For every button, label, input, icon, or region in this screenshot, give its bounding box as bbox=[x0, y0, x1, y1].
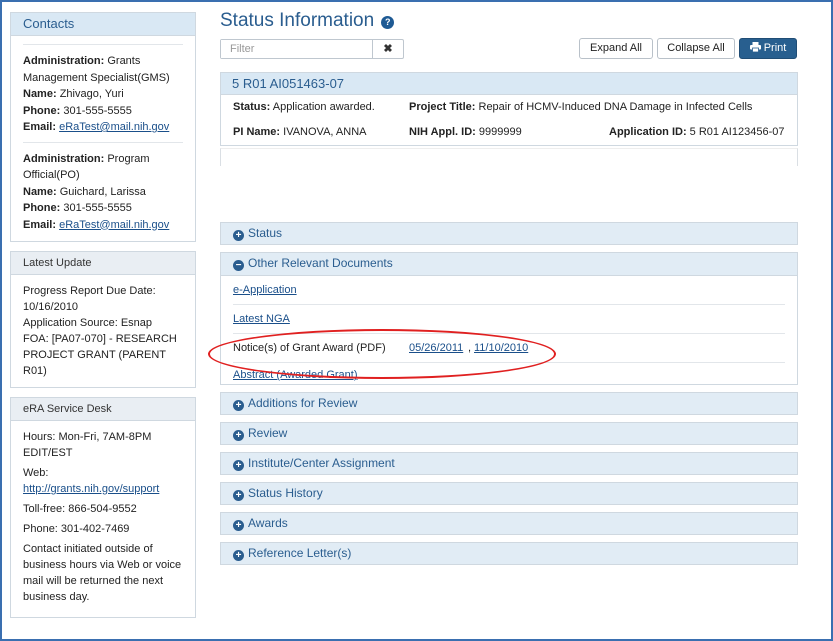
admin-label: Administration: bbox=[23, 152, 105, 165]
phone-value: 301-555-5555 bbox=[63, 104, 132, 117]
filter-box: ✖ bbox=[220, 39, 404, 59]
hours-text: Hours: Mon-Fri, 7AM-8PM EDIT/EST bbox=[23, 431, 152, 459]
status-value: Application awarded. bbox=[272, 101, 375, 113]
email-link[interactable]: eRaTest@mail.nih.gov bbox=[59, 219, 169, 231]
due-date-text: Progress Report Due Date: 10/16/2010 bbox=[23, 285, 156, 313]
expand-icon: + bbox=[233, 520, 244, 531]
appl-id-label: NIH Appl. ID: bbox=[409, 126, 476, 138]
section-label: Reference Letter(s) bbox=[248, 546, 352, 560]
expand-icon: + bbox=[233, 490, 244, 501]
appl-id-value: 9999999 bbox=[478, 126, 522, 138]
section-other-docs-header[interactable]: − Other Relevant Documents bbox=[221, 253, 797, 276]
section-status[interactable]: + Status bbox=[220, 222, 798, 245]
list-item: e-Application bbox=[233, 276, 785, 305]
phone-value: 301-555-5555 bbox=[63, 202, 132, 214]
section-label: Awards bbox=[248, 516, 288, 530]
expand-icon: + bbox=[233, 400, 244, 411]
section-label: Institute/Center Assignment bbox=[248, 456, 395, 470]
email-link[interactable]: eRaTest@mail.nih.gov bbox=[59, 121, 169, 133]
email-label: Email: bbox=[23, 121, 57, 133]
collapse-all-button[interactable]: Collapse All bbox=[657, 38, 735, 59]
toolbar: ✖ Expand All Collapse All Print bbox=[220, 38, 798, 62]
admin-label: Administration: bbox=[23, 55, 105, 67]
contacts-heading: Contacts bbox=[11, 13, 195, 36]
section-label: Review bbox=[248, 426, 288, 440]
pi-value: IVANOVA, ANNA bbox=[283, 126, 367, 138]
name-value: Guichard, Larissa bbox=[59, 185, 146, 198]
contacts-panel: Contacts Administration: Grants Manageme… bbox=[10, 12, 196, 242]
project-title-label: Project Title: bbox=[409, 101, 476, 113]
e-application-link[interactable]: e-Application bbox=[233, 284, 297, 296]
printer-icon bbox=[749, 42, 761, 53]
name-label: Name: bbox=[23, 88, 57, 100]
section-label: Status History bbox=[248, 486, 323, 500]
phone-text: Phone: 301-402-7469 bbox=[23, 523, 130, 535]
expand-icon: + bbox=[233, 460, 244, 471]
sidebar: Contacts Administration: Grants Manageme… bbox=[10, 12, 196, 627]
name-value: Zhivago, Yuri bbox=[59, 88, 124, 100]
print-label: Print bbox=[763, 42, 787, 54]
section-status-history[interactable]: + Status History bbox=[220, 482, 798, 505]
expand-icon: + bbox=[233, 550, 244, 561]
project-title-value: Repair of HCMV-Induced DNA Damage in Inf… bbox=[478, 101, 753, 113]
section-institute[interactable]: + Institute/Center Assignment bbox=[220, 452, 798, 475]
expand-icon: + bbox=[233, 430, 244, 441]
filter-input[interactable] bbox=[221, 40, 372, 58]
po-contact: Administration: Program Official(PO) Nam… bbox=[23, 141, 183, 234]
latest-nga-link[interactable]: Latest NGA bbox=[233, 313, 290, 325]
clear-filter-icon[interactable]: ✖ bbox=[372, 40, 403, 58]
gms-contact: Administration: Grants Management Specia… bbox=[23, 44, 183, 136]
page-title: Status Information bbox=[220, 10, 375, 31]
tollfree-text: Toll-free: 866-504-9552 bbox=[23, 503, 137, 515]
status-label: Status: bbox=[233, 101, 271, 113]
help-icon[interactable]: ? bbox=[381, 16, 395, 29]
phone-label: Phone: bbox=[23, 202, 61, 214]
foa-text: FOA: [PA07-070] - RESEARCH PROJECT GRANT… bbox=[23, 333, 177, 377]
hours-note: Contact initiated outside of business ho… bbox=[23, 543, 182, 603]
annotation-oval bbox=[208, 329, 556, 379]
service-desk-heading: eRA Service Desk bbox=[11, 398, 195, 421]
section-reference-letters[interactable]: + Reference Letter(s) bbox=[220, 542, 798, 565]
application-source-text: Application Source: Esnap bbox=[23, 317, 153, 329]
latest-update-heading: Latest Update bbox=[11, 252, 195, 275]
grant-number: 5 R01 AI051463-07 bbox=[221, 73, 797, 95]
web-label: Web: bbox=[23, 467, 49, 479]
pi-label: PI Name: bbox=[233, 126, 281, 138]
main-content: Status Information ? ✖ Expand All Collap… bbox=[220, 10, 798, 572]
section-label: Status bbox=[248, 226, 283, 240]
latest-update-panel: Latest Update Progress Report Due Date: … bbox=[10, 251, 196, 388]
section-label: Additions for Review bbox=[248, 396, 358, 410]
summary-spacer bbox=[220, 148, 798, 166]
email-label: Email: bbox=[23, 218, 57, 231]
section-awards[interactable]: + Awards bbox=[220, 512, 798, 535]
section-review[interactable]: + Review bbox=[220, 422, 798, 445]
expand-icon: + bbox=[233, 230, 244, 241]
service-desk-panel: eRA Service Desk Hours: Mon-Fri, 7AM-8PM… bbox=[10, 397, 196, 618]
print-button[interactable]: Print bbox=[739, 38, 797, 59]
support-link[interactable]: http://grants.nih.gov/support bbox=[23, 483, 159, 495]
section-additions[interactable]: + Additions for Review bbox=[220, 392, 798, 415]
section-label: Other Relevant Documents bbox=[248, 256, 393, 270]
expand-all-button[interactable]: Expand All bbox=[579, 38, 653, 59]
phone-label: Phone: bbox=[23, 104, 61, 117]
name-label: Name: bbox=[23, 185, 57, 198]
list-item: Latest NGA bbox=[233, 305, 785, 334]
grant-summary: 5 R01 AI051463-07 Status: Application aw… bbox=[220, 72, 798, 146]
application-id-value: 5 R01 AI123456-07 bbox=[689, 126, 785, 138]
application-id-label: Application ID: bbox=[609, 126, 687, 138]
collapse-icon: − bbox=[233, 260, 244, 271]
window-frame: Contacts Administration: Grants Manageme… bbox=[0, 0, 833, 641]
